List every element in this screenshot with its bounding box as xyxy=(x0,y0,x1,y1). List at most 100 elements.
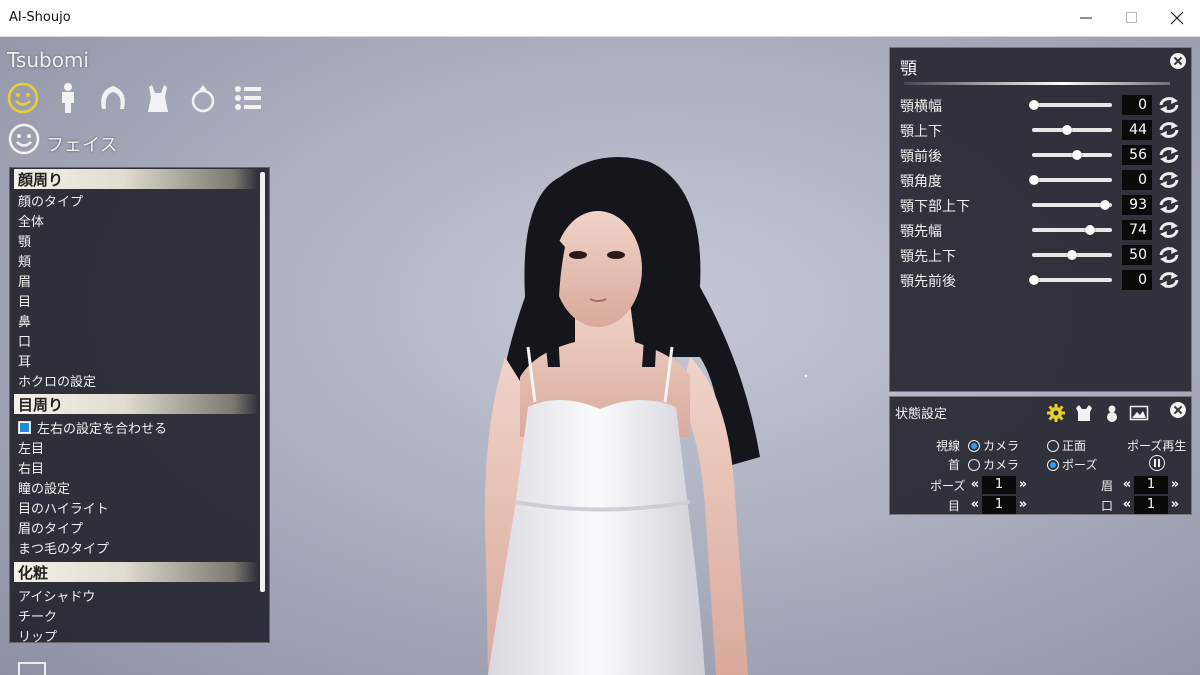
slider-row: 顎横幅 0 xyxy=(900,94,1186,116)
slider-handle[interactable] xyxy=(1062,125,1073,135)
menu-item[interactable]: 口 xyxy=(18,331,31,350)
face-icon xyxy=(7,82,39,114)
chevron-right-icon[interactable]: » xyxy=(1016,477,1030,493)
chevron-right-icon[interactable]: » xyxy=(1016,497,1030,513)
menu-item[interactable]: 顔のタイプ xyxy=(18,191,83,210)
slider-handle[interactable] xyxy=(1029,100,1039,110)
reset-icon[interactable] xyxy=(1158,220,1180,240)
slider-row: 顎上下 44 xyxy=(900,119,1186,141)
radio-unselected[interactable] xyxy=(1047,440,1059,452)
pose-stepper[interactable]: « 1 » xyxy=(968,476,1032,494)
slider-value-input[interactable]: 0 xyxy=(1122,95,1152,115)
mouth-stepper-label: 口 xyxy=(1101,499,1114,513)
category-face-button[interactable] xyxy=(6,81,40,115)
reset-icon[interactable] xyxy=(1158,95,1180,115)
mouth-stepper[interactable]: « 1 » xyxy=(1120,496,1184,514)
category-hair-button[interactable] xyxy=(96,81,130,115)
character-viewport[interactable]: Tsubomi フェイス 顔周り 顔のタイプ 全体 顎 頬 眉 目 鼻 口 耳 … xyxy=(0,37,1200,675)
slider-handle[interactable] xyxy=(1071,150,1082,160)
slider-value-input[interactable]: 50 xyxy=(1122,245,1152,265)
category-accessory-button[interactable] xyxy=(186,81,220,115)
brow-stepper[interactable]: « 1 » xyxy=(1120,476,1184,494)
bottom-panel-tab[interactable] xyxy=(18,662,46,675)
outfit-icon[interactable] xyxy=(1074,403,1094,423)
neck-camera-radio[interactable]: カメラ xyxy=(968,456,1019,473)
menu-item[interactable]: まつ毛のタイプ xyxy=(18,538,109,557)
gaze-camera-radio[interactable]: カメラ xyxy=(968,437,1019,454)
snowman-icon[interactable] xyxy=(1102,403,1122,423)
slider-value-input[interactable]: 74 xyxy=(1122,220,1152,240)
menu-item[interactable]: 左目 xyxy=(18,438,44,457)
slider-handle[interactable] xyxy=(1067,250,1077,260)
menu-item[interactable]: 耳 xyxy=(18,351,31,370)
gear-icon[interactable] xyxy=(1046,403,1066,423)
slider-track[interactable] xyxy=(1032,225,1112,235)
slider-track[interactable] xyxy=(1029,275,1112,285)
checkbox-checked[interactable] xyxy=(18,421,31,434)
slider-track[interactable] xyxy=(1029,100,1112,110)
radio-selected[interactable] xyxy=(1047,459,1059,471)
slider-label: 顎先幅 xyxy=(900,224,942,240)
minimize-button[interactable] xyxy=(1063,0,1109,36)
slider-track[interactable] xyxy=(1032,125,1112,135)
menu-item[interactable]: 顎 xyxy=(18,231,31,250)
neck-pose-radio[interactable]: ポーズ xyxy=(1047,456,1097,473)
menu-item[interactable]: 瞳の設定 xyxy=(18,478,70,497)
menu-item[interactable]: 目 xyxy=(18,291,31,310)
category-body-button[interactable] xyxy=(51,81,85,115)
close-window-button[interactable] xyxy=(1154,0,1200,36)
category-clothing-button[interactable] xyxy=(141,81,175,115)
menu-item[interactable]: 頬 xyxy=(18,251,31,270)
reset-icon[interactable] xyxy=(1158,120,1180,140)
eyes-stepper[interactable]: « 1 » xyxy=(968,496,1032,514)
chevron-left-icon[interactable]: « xyxy=(968,477,982,493)
chevron-right-icon[interactable]: » xyxy=(1168,497,1182,513)
slider-label: 顎下部上下 xyxy=(900,199,970,215)
menu-item[interactable]: チーク xyxy=(18,606,57,625)
menu-item[interactable]: 右目 xyxy=(18,458,44,477)
menu-item[interactable]: 眉のタイプ xyxy=(18,518,83,537)
menu-item[interactable]: 目のハイライト xyxy=(18,498,109,517)
slider-value-input[interactable]: 44 xyxy=(1122,120,1152,140)
menu-scrollbar[interactable] xyxy=(260,172,265,592)
slider-value-input[interactable]: 56 xyxy=(1122,145,1152,165)
state-settings-panel: 状態設定 視線 カメラ 正面 ポーズ再生 首 カメラ ポーズ ポーズ « 1 » xyxy=(889,396,1192,515)
radio-unselected[interactable] xyxy=(968,459,980,471)
menu-item[interactable]: 全体 xyxy=(18,211,44,230)
slider-handle[interactable] xyxy=(1029,275,1039,285)
sync-left-right-checkbox[interactable]: 左右の設定を合わせる xyxy=(18,418,167,437)
menu-item[interactable]: 眉 xyxy=(18,271,31,290)
chevron-left-icon[interactable]: « xyxy=(968,497,982,513)
slider-track[interactable] xyxy=(1032,200,1112,210)
slider-track[interactable] xyxy=(1032,250,1112,260)
menu-item[interactable]: アイシャドウ xyxy=(18,586,95,605)
reset-icon[interactable] xyxy=(1158,270,1180,290)
category-list-button[interactable] xyxy=(231,81,265,115)
reset-icon[interactable] xyxy=(1158,245,1180,265)
maximize-button[interactable] xyxy=(1109,0,1155,36)
close-panel-button[interactable] xyxy=(1170,402,1186,418)
reset-icon[interactable] xyxy=(1158,195,1180,215)
gaze-front-radio[interactable]: 正面 xyxy=(1047,437,1086,454)
menu-group-header: 化粧 xyxy=(14,562,258,582)
radio-selected[interactable] xyxy=(968,440,980,452)
slider-value-input[interactable]: 93 xyxy=(1122,195,1152,215)
menu-item[interactable]: 鼻 xyxy=(18,311,31,330)
reset-icon[interactable] xyxy=(1158,170,1180,190)
menu-item[interactable]: リップ xyxy=(18,626,57,642)
chevron-left-icon[interactable]: « xyxy=(1120,497,1134,513)
reset-icon[interactable] xyxy=(1158,145,1180,165)
chevron-left-icon[interactable]: « xyxy=(1120,477,1134,493)
pause-icon[interactable] xyxy=(1149,455,1165,471)
background-image-icon[interactable] xyxy=(1129,403,1149,423)
close-panel-button[interactable] xyxy=(1170,53,1186,69)
slider-value-input[interactable]: 0 xyxy=(1122,170,1152,190)
menu-item[interactable]: ホクロの設定 xyxy=(18,371,96,390)
slider-handle[interactable] xyxy=(1085,225,1096,235)
slider-track[interactable] xyxy=(1029,175,1112,185)
slider-handle[interactable] xyxy=(1029,175,1039,185)
slider-handle[interactable] xyxy=(1099,200,1110,210)
slider-value-input[interactable]: 0 xyxy=(1122,270,1152,290)
slider-track[interactable] xyxy=(1032,150,1112,160)
chevron-right-icon[interactable]: » xyxy=(1168,477,1182,493)
